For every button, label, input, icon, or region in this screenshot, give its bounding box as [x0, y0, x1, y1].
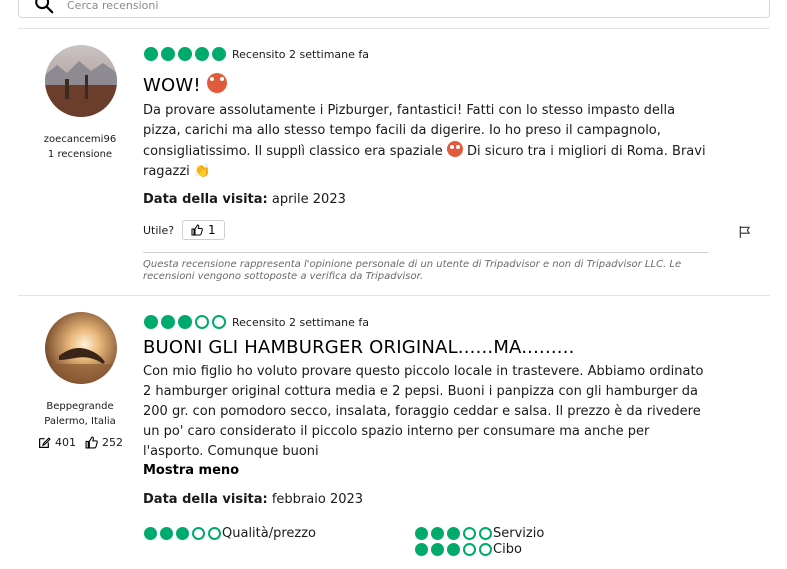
divider — [18, 295, 770, 296]
subrating-bubbles — [415, 527, 492, 540]
rating-bubbles — [144, 47, 226, 61]
bubble-full — [178, 47, 192, 61]
contributions-count: 401 — [55, 436, 76, 449]
avatar[interactable] — [45, 45, 117, 117]
bubble-empty — [479, 527, 492, 540]
bubble-full — [212, 47, 226, 61]
edit-icon — [39, 437, 51, 448]
bubble-full — [431, 527, 444, 540]
review-date: Recensito 2 settimane fa — [232, 48, 370, 61]
bubble-empty — [192, 527, 205, 540]
bubble-full — [161, 315, 175, 329]
bubble-full — [144, 315, 158, 329]
subrating-label: Qualità/prezzo — [222, 526, 317, 541]
helpful-vote-button[interactable]: 1 — [182, 220, 225, 240]
disclaimer-divider — [143, 252, 708, 253]
visit-date-value: febbraio 2023 — [271, 492, 364, 507]
rating-bubbles — [144, 315, 226, 329]
clapping-hands-emoji-icon: 👏 — [193, 164, 211, 179]
contributions-stat: 401 — [38, 436, 76, 449]
bubble-full — [415, 527, 428, 540]
thumbs-up-icon — [85, 436, 98, 449]
divider — [18, 28, 770, 29]
search-input[interactable] — [67, 0, 667, 12]
bubble-full — [431, 543, 444, 556]
review-body: Con mio figlio ho voluto provare questo … — [143, 364, 704, 459]
visit-date-label: Data della visita: — [143, 192, 268, 207]
bubble-full — [195, 47, 209, 61]
bubble-full — [160, 527, 173, 540]
contributions: 1 recensione — [47, 149, 113, 160]
bubble-full — [144, 527, 157, 540]
bubble-full — [447, 527, 460, 540]
visit-date: Data della visita: febbraio 2023 — [143, 492, 363, 507]
visit-date: Data della visita: aprile 2023 — [143, 192, 346, 207]
heart-eyes-emoji-icon — [206, 73, 227, 93]
bubble-full — [144, 47, 158, 61]
flag-icon[interactable] — [738, 225, 752, 239]
username[interactable]: Beppegrande — [30, 401, 130, 412]
bubble-empty — [479, 543, 492, 556]
avatar[interactable] — [45, 312, 117, 384]
review-title[interactable]: WOW! — [143, 73, 227, 96]
show-less-link[interactable]: Mostra meno — [143, 463, 239, 478]
helpful-votes-stat: 252 — [85, 436, 123, 449]
bubble-full — [178, 315, 192, 329]
helpful-votes-count: 252 — [102, 436, 123, 449]
bubble-empty — [463, 527, 476, 540]
review-title-text[interactable]: WOW! — [143, 75, 201, 96]
visit-date-label: Data della visita: — [143, 492, 268, 507]
bubble-full — [161, 47, 175, 61]
subrating-bubbles — [144, 527, 221, 540]
heart-eyes-emoji-icon — [446, 141, 463, 157]
bubble-empty — [195, 315, 209, 329]
thumbs-up-icon — [191, 224, 203, 236]
user-location: Palermo, Italia — [44, 416, 116, 427]
review-date: Recensito 2 settimane fa — [232, 316, 370, 329]
search-icon[interactable] — [33, 0, 55, 15]
subrating-bubbles — [415, 543, 492, 556]
useful-label: Utile? — [143, 224, 175, 237]
helpful-vote-count: 1 — [208, 223, 216, 237]
bubble-empty — [208, 527, 221, 540]
bubble-full — [415, 543, 428, 556]
username[interactable]: zoecancemi96 — [30, 134, 130, 145]
visit-date-value: aprile 2023 — [271, 192, 346, 207]
bubble-empty — [463, 543, 476, 556]
bubble-full — [447, 543, 460, 556]
search-bar — [18, 0, 770, 18]
bubble-empty — [212, 315, 226, 329]
subrating-label: Cibo — [493, 542, 522, 557]
subrating-label: Servizio — [493, 526, 545, 541]
bubble-full — [176, 527, 189, 540]
review-title[interactable]: BUONI GLI HAMBURGER ORIGINAL......MA....… — [143, 337, 575, 358]
disclaimer: Questa recensione rappresenta l'opinione… — [143, 259, 682, 282]
review-body: Da provare assolutamente i Pizburger, fa… — [143, 101, 708, 182]
